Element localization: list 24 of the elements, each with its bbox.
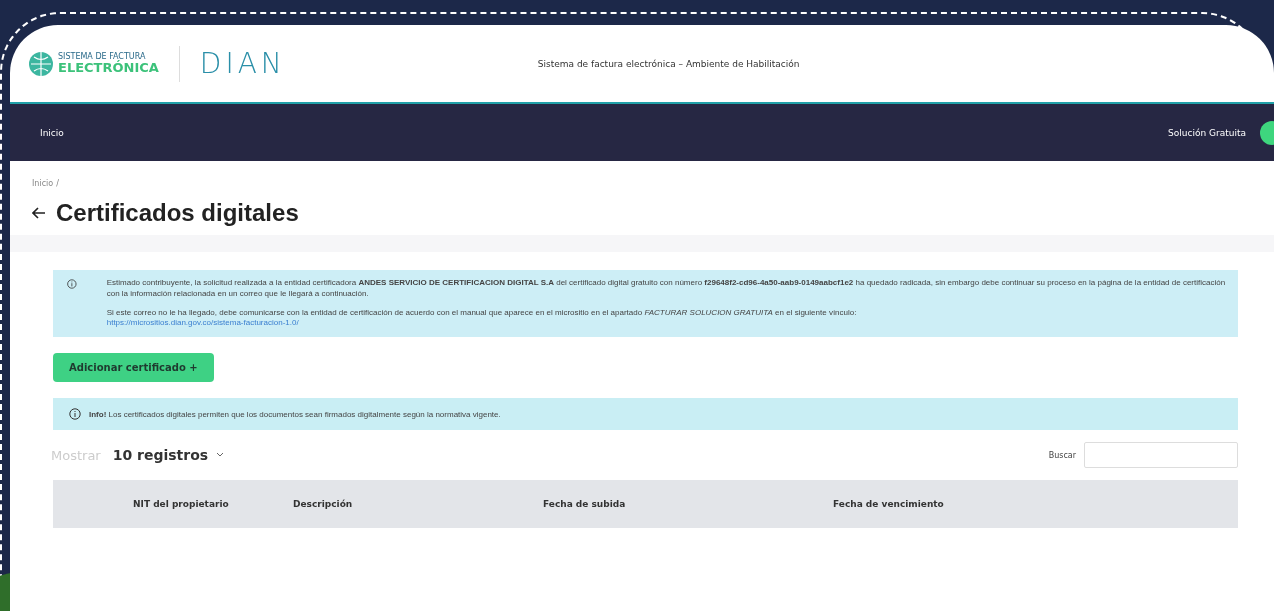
page-title: Certificados digitales bbox=[56, 199, 299, 227]
back-arrow-icon[interactable] bbox=[32, 207, 46, 219]
info-icon bbox=[67, 278, 77, 290]
column-header[interactable]: Fecha de subida bbox=[543, 499, 833, 510]
search-field[interactable] bbox=[1084, 442, 1238, 469]
page-size-select[interactable]: 10 registros bbox=[112, 447, 209, 464]
globe-icon bbox=[28, 50, 54, 77]
header-title: Sistema de factura electrónica – Ambiente de Habilitación bbox=[537, 58, 800, 69]
search-label: Buscar bbox=[1048, 450, 1076, 460]
add-certificate-button[interactable]: Adicionar certificado + bbox=[53, 353, 214, 383]
alert-paragraph: Estimado contribuyente, la solicitud realizada a la entidad certificadora ANDES SERVICIO DE CERTIFICACION DIGITAL S.A del certificado digital gratuito con número f29648f2-cd96-4a50-aab9-0149aabcf1e2 ha quedado radicada, sin embargo debe continuar su proceso en la página de la entidad de certificación con la información relacionada en un correo que le llegará a continuación. bbox=[106, 278, 1226, 300]
alert-paragraph: Si este correo no le ha llegado, debe comunicarse con la entidad de certificación de acuerdo con el manual que aparece en el micrositio en el apartado FACTURAR SOLUCION GRATUITA en el siguiente vínculo: bbox=[106, 307, 858, 319]
help-link[interactable]: https://micrositios.dian.gov.co/sistema-facturacion-1.0/ bbox=[106, 318, 299, 330]
breadcrumb-item[interactable]: Inicio bbox=[32, 179, 54, 191]
breadcrumb-item: / bbox=[56, 179, 59, 190]
column-header[interactable]: Fecha de vencimiento bbox=[833, 499, 944, 510]
info-message: Info! Los certificados digitales permiten que los documentos sean firmados digitalmente según la normativa vigente. bbox=[89, 409, 501, 419]
user-link[interactable]: Solución Gratuita bbox=[1168, 127, 1246, 138]
column-header[interactable]: Descripción bbox=[293, 499, 543, 510]
info-icon bbox=[69, 408, 81, 421]
caret-icon[interactable] bbox=[216, 452, 225, 459]
column-header[interactable]: NIT del propietario bbox=[133, 499, 293, 510]
agency-logo: DIAN bbox=[199, 47, 286, 80]
nav-link[interactable]: Inicio bbox=[40, 127, 64, 138]
